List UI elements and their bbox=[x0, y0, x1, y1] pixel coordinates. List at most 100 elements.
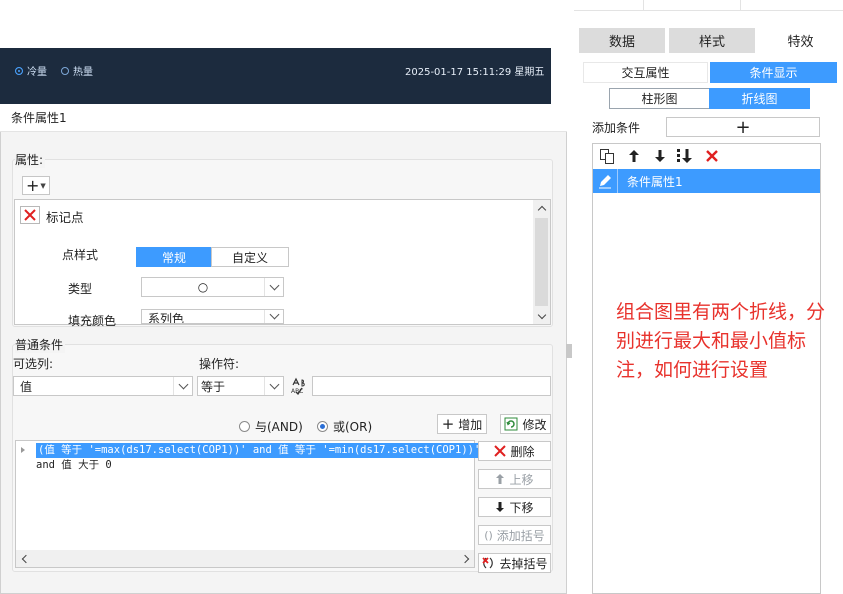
attributes-label: 属性: bbox=[15, 151, 46, 168]
tab-effects-label: 特效 bbox=[787, 35, 814, 50]
chart-tab-line-label: 折线图 bbox=[741, 92, 778, 106]
chart-tab-bar[interactable]: 柱形图 bbox=[609, 88, 710, 109]
scroll-right-icon[interactable] bbox=[458, 550, 474, 567]
radio-cold[interactable]: 冷量 bbox=[15, 63, 47, 78]
edit-pencil-icon[interactable] bbox=[593, 169, 618, 193]
fill-color-select[interactable]: 系列色 bbox=[141, 309, 284, 324]
type-select[interactable]: ○ bbox=[141, 277, 284, 297]
expand-triangle-icon[interactable] bbox=[21, 447, 25, 453]
point-style-label: 点样式 bbox=[62, 248, 99, 262]
chevron-down-icon bbox=[264, 310, 283, 323]
subtab-conditional-display-label: 条件显示 bbox=[749, 66, 798, 80]
arrow-down-icon[interactable] bbox=[651, 147, 669, 165]
scroll-thumb[interactable] bbox=[535, 218, 548, 306]
add-bracket-button[interactable]: () 添加括号 bbox=[478, 525, 551, 545]
tab-data-label: 数据 bbox=[608, 35, 635, 50]
question-annotation: 组合图里有两个折线，分别进行最大和最小值标注，如何进行设置 bbox=[616, 301, 826, 381]
optional-column-value: 值 bbox=[20, 379, 33, 394]
remove-bracket-button[interactable]: 去掉括号 bbox=[478, 553, 551, 573]
move-down-button[interactable]: 下移 bbox=[478, 497, 551, 517]
chevron-down-icon bbox=[264, 377, 283, 395]
point-style-custom[interactable]: 自定义 bbox=[211, 247, 289, 267]
modify-icon bbox=[504, 417, 518, 431]
arrow-up-icon bbox=[496, 474, 505, 484]
add-condition-label: 添加条件 bbox=[592, 121, 641, 135]
type-select-value: ○ bbox=[197, 280, 209, 294]
background-dashboard-header: 冷量 热量 2025-01-17 15:11:29 星期五 bbox=[0, 48, 551, 104]
condition-item-label: 条件属性1 bbox=[627, 174, 683, 189]
type-label: 类型 bbox=[68, 282, 93, 296]
remove-property-button[interactable] bbox=[20, 206, 40, 224]
arrow-up-icon[interactable] bbox=[625, 147, 643, 165]
panel-divider bbox=[574, 10, 843, 11]
modify-button-label: 修改 bbox=[522, 417, 547, 432]
radio-or-label: 或(OR) bbox=[333, 420, 373, 434]
expression-row-selected[interactable]: (值 等于 '=max(ds17.select(COP1))' and 值 等于… bbox=[36, 443, 489, 458]
panel-divider bbox=[740, 0, 741, 10]
expression-row[interactable]: and 值 大于 0 bbox=[36, 458, 112, 473]
close-icon bbox=[494, 445, 507, 457]
add-bracket-label: 添加括号 bbox=[496, 528, 545, 543]
add-condition-button[interactable]: + bbox=[666, 116, 820, 138]
optional-column-select[interactable]: 值 bbox=[13, 376, 193, 396]
delete-expression-button[interactable]: 删除 bbox=[478, 441, 551, 461]
delete-button-label: 删除 bbox=[510, 444, 535, 459]
condition-item-selected[interactable]: 条件属性1 bbox=[593, 169, 820, 193]
add-attribute-button[interactable]: + ▼ bbox=[22, 176, 50, 195]
tab-effects[interactable]: 特效 bbox=[758, 28, 843, 53]
scroll-up-icon[interactable] bbox=[533, 200, 550, 216]
expression-hscrollbar[interactable] bbox=[16, 550, 474, 567]
move-up-label: 上移 bbox=[509, 472, 534, 487]
panel-divider bbox=[643, 0, 644, 10]
subtab-interaction[interactable]: 交互属性 bbox=[583, 62, 708, 83]
optional-column-label: 可选列: bbox=[13, 357, 54, 371]
remove-bracket-label: 去掉括号 bbox=[499, 556, 548, 571]
move-bottom-icon[interactable] bbox=[676, 147, 694, 165]
fill-color-select-value: 系列色 bbox=[148, 312, 185, 324]
add-button-label: 增加 bbox=[458, 417, 483, 432]
move-down-label: 下移 bbox=[509, 500, 534, 515]
subtab-interaction-label: 交互属性 bbox=[621, 66, 670, 80]
radio-and-circle bbox=[239, 421, 250, 432]
radio-and[interactable]: 与(AND) bbox=[239, 418, 303, 435]
subtab-conditional-display[interactable]: 条件显示 bbox=[710, 62, 837, 83]
radio-or[interactable]: 或(OR) bbox=[317, 418, 372, 435]
remove-bracket-icon bbox=[482, 557, 494, 569]
plus-icon: + bbox=[441, 415, 455, 433]
radio-hot[interactable]: 热量 bbox=[61, 63, 93, 78]
common-condition-label: 普通条件 bbox=[15, 336, 66, 353]
scroll-down-icon[interactable] bbox=[533, 308, 550, 324]
radio-hot-dot bbox=[61, 66, 69, 75]
operator-value: 等于 bbox=[201, 379, 226, 394]
close-icon bbox=[24, 209, 36, 221]
dialog-title: 条件属性1 bbox=[0, 104, 567, 132]
delete-icon[interactable] bbox=[703, 147, 721, 165]
radio-cold-dot bbox=[15, 66, 23, 75]
move-up-button[interactable]: 上移 bbox=[478, 469, 551, 489]
dialog-title-text: 条件属性1 bbox=[11, 111, 67, 125]
chevron-down-icon bbox=[264, 278, 283, 296]
condition-value-input[interactable] bbox=[312, 376, 551, 396]
operator-label: 操作符: bbox=[199, 357, 240, 371]
splitter-handle[interactable] bbox=[566, 344, 572, 358]
chart-tab-line[interactable]: 折线图 bbox=[709, 88, 810, 109]
dropdown-caret-icon: ▼ bbox=[40, 181, 46, 190]
radio-hot-label: 热量 bbox=[73, 67, 93, 78]
add-condition-expr-button[interactable]: + 增加 bbox=[437, 414, 487, 434]
scroll-left-icon[interactable] bbox=[16, 550, 32, 567]
tab-style-label: 样式 bbox=[698, 35, 725, 50]
plus-icon: + bbox=[735, 116, 751, 138]
tab-style[interactable]: 样式 bbox=[669, 28, 755, 53]
chevron-down-icon bbox=[173, 377, 192, 395]
operator-select[interactable]: 等于 bbox=[197, 376, 284, 396]
point-style-normal[interactable]: 常规 bbox=[136, 247, 212, 267]
copy-icon[interactable] bbox=[598, 147, 616, 165]
property-scrollbar[interactable] bbox=[533, 200, 550, 324]
property-name: 标记点 bbox=[46, 210, 84, 225]
tab-data[interactable]: 数据 bbox=[579, 28, 665, 53]
dashboard-datetime: 2025-01-17 15:11:29 星期五 bbox=[405, 67, 545, 78]
modify-condition-button[interactable]: 修改 bbox=[500, 414, 551, 434]
plus-icon: + bbox=[26, 176, 40, 195]
bracket-icon: () bbox=[484, 528, 493, 542]
radio-and-label: 与(AND) bbox=[255, 420, 303, 434]
